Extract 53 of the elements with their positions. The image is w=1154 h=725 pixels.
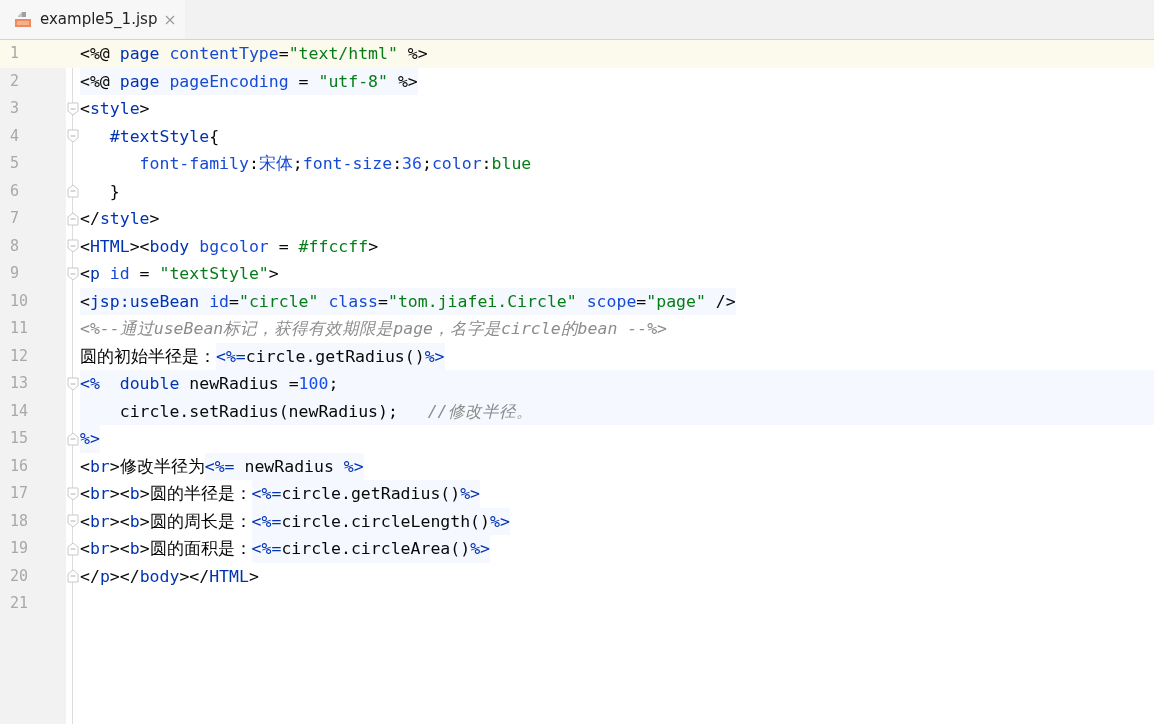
file-tab[interactable]: example5_1.jsp (0, 0, 186, 39)
line-number: 2 (9, 70, 21, 92)
line-number: 4 (9, 125, 21, 147)
line-number: 14 (9, 400, 30, 422)
code-line: <br><b>圆的面积是：<%=circle.circleArea()%> (80, 535, 490, 563)
fold-marker-icon[interactable] (67, 211, 79, 226)
line-number: 20 (9, 565, 30, 587)
line-number: 18 (9, 510, 30, 532)
line-number: 3 (9, 98, 21, 119)
fold-marker-icon[interactable] (67, 184, 79, 199)
line-number: 9 (9, 263, 21, 284)
file-icon (14, 10, 32, 29)
code-line: <% double newRadius =100; (80, 373, 339, 395)
code-line: <%@ page contentType="text/html" %> (80, 43, 428, 65)
code-line: <style> (80, 98, 150, 120)
code-line: <p id = "textStyle"> (80, 263, 279, 285)
line-number: 12 (9, 345, 30, 367)
line-number: 13 (9, 373, 30, 394)
line-number: 11 (9, 318, 30, 339)
line-number: 15 (9, 428, 30, 449)
line-number: 21 (9, 593, 30, 614)
line-number: 17 (9, 483, 30, 504)
fold-marker-icon[interactable] (67, 431, 79, 446)
line-number: 6 (9, 180, 21, 202)
fold-marker-icon[interactable] (67, 541, 79, 556)
code-line: <HTML><body bgcolor = #ffccff> (80, 235, 379, 258)
line-number: 19 (9, 538, 30, 559)
code-line: font-family:宋体;font-size:36;color:blue (138, 153, 532, 175)
line-number: 1 (0, 40, 66, 68)
fold-marker-icon[interactable] (67, 129, 79, 144)
code-line: #textStyle{ (108, 125, 220, 148)
code-line: <br>修改半径为<%= newRadius %> (80, 452, 364, 480)
fold-marker-icon[interactable] (67, 266, 79, 281)
line-number: 10 (9, 290, 30, 312)
code-line: 圆的初始半径是：<%=circle.getRadius()%> (80, 342, 445, 370)
fold-marker-icon[interactable] (67, 101, 79, 116)
fold-marker-icon[interactable] (67, 514, 79, 529)
fold-marker-icon[interactable] (67, 376, 79, 391)
fold-marker-icon[interactable] (67, 239, 79, 254)
code-line: circle.setRadius(newRadius); //修改半径。 (118, 400, 533, 423)
code-line: <br><b>圆的半径是：<%=circle.getRadius()%> (80, 480, 481, 508)
code-line: <br><b>圆的周长是：<%=circle.circleLength()%> (80, 507, 510, 535)
code-line: </style> (80, 208, 160, 230)
code-line: <%--通过useBean标记，获得有效期限是page，名字是circle的bean --%> (80, 318, 667, 340)
code-line: </p></body></HTML> (80, 565, 259, 588)
line-number: 16 (9, 455, 30, 477)
line-number: 8 (9, 235, 21, 257)
close-icon[interactable] (165, 14, 176, 25)
fold-marker-icon[interactable] (67, 486, 79, 501)
line-number: 5 (9, 153, 21, 174)
code-line: } (108, 180, 120, 203)
fold-marker-icon[interactable] (67, 569, 79, 584)
line-number: 7 (9, 208, 21, 229)
